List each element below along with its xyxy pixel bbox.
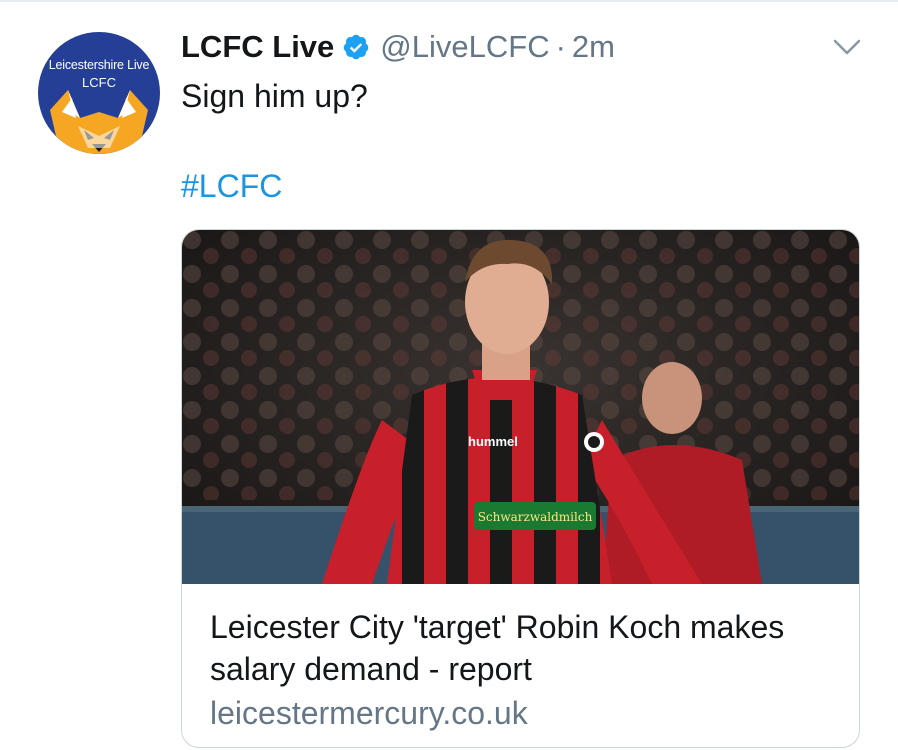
- tweet-text: Sign him up?: [181, 78, 368, 114]
- user-handle[interactable]: @LiveLCFC: [380, 29, 549, 65]
- fox-logo-icon: [50, 90, 148, 154]
- verified-badge-icon: [344, 34, 369, 60]
- link-card[interactable]: Schwarzwaldmilch hummel Leicester City '…: [181, 229, 860, 748]
- tweet-header: LCFC Live @LiveLCFC · 2m: [181, 26, 615, 68]
- hashtag-link[interactable]: #LCFC: [181, 164, 282, 208]
- card-domain[interactable]: leicestermercury.co.uk: [210, 692, 528, 734]
- brand-text: hummel: [468, 434, 518, 449]
- card-photo: Schwarzwaldmilch hummel: [182, 230, 859, 584]
- separator-dot: ·: [555, 29, 566, 64]
- avatar[interactable]: Leicestershire Live LCFC: [38, 32, 160, 154]
- display-name[interactable]: LCFC Live: [181, 29, 334, 65]
- card-title[interactable]: Leicester City 'target' Robin Koch makes…: [210, 606, 840, 690]
- chevron-down-icon[interactable]: [832, 36, 862, 58]
- card-image[interactable]: Schwarzwaldmilch hummel: [182, 230, 859, 584]
- tweet-timestamp[interactable]: 2m: [572, 29, 615, 65]
- top-divider: [0, 0, 898, 2]
- sponsor-text: Schwarzwaldmilch: [478, 510, 593, 524]
